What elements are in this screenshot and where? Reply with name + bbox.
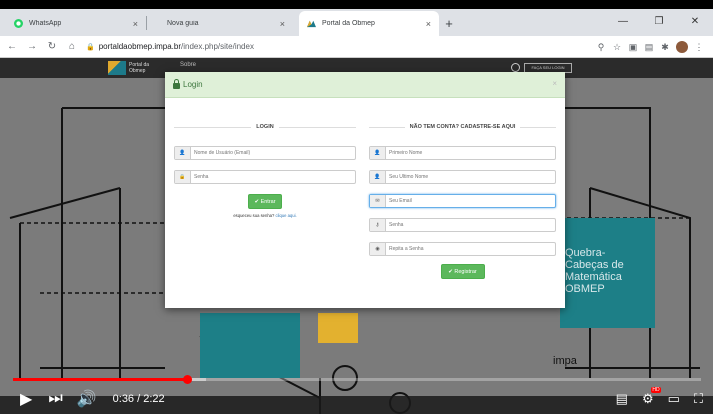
- svg-text:OBMEP: OBMEP: [565, 283, 605, 295]
- email-field[interactable]: ✉: [369, 194, 556, 208]
- home-icon[interactable]: ⌂: [64, 41, 80, 52]
- logo-text: Portal da Obmep: [129, 62, 150, 74]
- lock-icon: [173, 78, 180, 89]
- login-section: LOGIN 👤 🔒 ✔ Entrar esqueceu sua senha? c…: [174, 122, 356, 218]
- password-field[interactable]: 🔒: [174, 170, 356, 184]
- repeat-password-input[interactable]: [386, 243, 555, 255]
- modal-close-button[interactable]: ×: [552, 79, 557, 88]
- screen: WhatsApp × Nova guia × Portal da Obmep ×…: [0, 0, 713, 414]
- username-input[interactable]: [191, 147, 355, 159]
- new-tab-button[interactable]: +: [439, 11, 459, 36]
- browser-tabbar: WhatsApp × Nova guia × Portal da Obmep ×…: [0, 9, 713, 36]
- close-icon[interactable]: ×: [280, 19, 285, 29]
- last-name-field[interactable]: 👤: [369, 170, 556, 184]
- register-section: NÃO TEM CONTA? CADASTRE-SE AQUI 👤 👤 ✉ ⚷: [369, 122, 556, 279]
- login-modal: Login × LOGIN 👤 🔒 ✔ Entrar esqueceu: [165, 72, 565, 308]
- window-controls: — ❐ ✕: [605, 9, 713, 34]
- checkmark-icon: ✔: [254, 198, 260, 205]
- user-icon: 👤: [175, 147, 191, 159]
- window-close-button[interactable]: ✕: [677, 9, 713, 34]
- tab-title: Portal da Obmep: [322, 20, 375, 27]
- last-name-input[interactable]: [386, 171, 555, 183]
- extension-icon[interactable]: ▣: [625, 42, 641, 53]
- play-icon[interactable]: ▶: [20, 389, 32, 409]
- user-icon: 👤: [370, 171, 386, 183]
- password-input[interactable]: [191, 171, 355, 183]
- nav-sobre[interactable]: Sobre: [180, 62, 196, 68]
- video-progress-bar[interactable]: [13, 375, 701, 384]
- envelope-icon: ✉: [370, 195, 386, 207]
- lock-icon: 🔒: [86, 43, 95, 51]
- svg-text:impa: impa: [553, 355, 578, 367]
- obmep-icon: [307, 20, 316, 28]
- close-icon[interactable]: ×: [133, 19, 138, 29]
- toolbar-icons: ⚲ ☆ ▣ ▤ ✱ ⋮: [593, 36, 707, 58]
- register-password-input[interactable]: [386, 219, 555, 231]
- video-controls-right: ▤ ⚙ ▭ ⛶: [602, 383, 703, 414]
- zoom-icon[interactable]: ⚲: [593, 42, 609, 53]
- tab-nova-guia[interactable]: Nova guia ×: [153, 11, 293, 36]
- tab-title: WhatsApp: [29, 20, 62, 27]
- tab-title: Nova guia: [167, 20, 199, 27]
- whatsapp-icon: [14, 19, 23, 28]
- puzzle-icon[interactable]: ✱: [657, 42, 673, 53]
- login-button[interactable]: ✔ Entrar: [248, 194, 282, 209]
- tab-whatsapp[interactable]: WhatsApp ×: [6, 11, 146, 36]
- repeat-password-field[interactable]: ◉: [369, 242, 556, 256]
- web-page: Portal da Obmep Sobre FAÇA SEU LOGIN Que…: [0, 58, 713, 414]
- star-icon[interactable]: ☆: [609, 42, 625, 53]
- menu-icon[interactable]: ⋮: [691, 42, 707, 53]
- progress-played: [13, 378, 188, 381]
- lock-icon: 🔒: [175, 171, 191, 183]
- svg-text:Matemática: Matemática: [565, 271, 623, 283]
- url-domain: portaldaobmep.impa.br: [98, 42, 181, 51]
- maximize-button[interactable]: ❐: [641, 9, 677, 34]
- email-input[interactable]: [386, 195, 555, 207]
- video-controls: ▶ ⏭ 🔊 0:36 / 2:22 ▤ ⚙ ▭ ⛶: [0, 383, 713, 414]
- forgot-password-link[interactable]: clique aqui.: [275, 213, 296, 218]
- modal-header: Login ×: [165, 72, 565, 98]
- svg-text:Quebra-: Quebra-: [565, 247, 606, 259]
- user-icon: 👤: [370, 147, 386, 159]
- register-button[interactable]: ✔ Registrar: [440, 264, 485, 279]
- minimize-button[interactable]: —: [605, 9, 641, 34]
- login-section-title: LOGIN: [174, 122, 356, 132]
- volume-icon[interactable]: 🔊: [77, 389, 97, 409]
- reload-icon[interactable]: ↻: [44, 41, 60, 52]
- modal-title: Login: [183, 80, 203, 89]
- forward-icon[interactable]: →: [24, 41, 40, 52]
- avatar[interactable]: [676, 41, 688, 53]
- checkmark-icon: ✔: [448, 268, 453, 275]
- register-section-title: NÃO TEM CONTA? CADASTRE-SE AQUI: [369, 122, 556, 132]
- first-name-field[interactable]: 👤: [369, 146, 556, 160]
- first-name-input[interactable]: [386, 147, 555, 159]
- register-password-field[interactable]: ⚷: [369, 218, 556, 232]
- username-field[interactable]: 👤: [174, 146, 356, 160]
- settings-icon[interactable]: ⚙: [642, 386, 661, 407]
- tab-portal-obmep[interactable]: Portal da Obmep ×: [299, 11, 439, 36]
- obmep-logo-icon: [108, 61, 126, 75]
- url-path: /index.php/site/index: [181, 42, 254, 51]
- miniplayer-icon[interactable]: ▭: [668, 391, 680, 407]
- tab-separator: [146, 15, 147, 30]
- close-icon[interactable]: ×: [426, 19, 431, 29]
- extension-icon[interactable]: ▤: [641, 42, 657, 53]
- back-icon[interactable]: ←: [4, 41, 20, 52]
- svg-text:Cabeças de: Cabeças de: [565, 259, 624, 271]
- address-bar[interactable]: 🔒 portaldaobmep.impa.br/index.php/site/i…: [86, 42, 254, 51]
- subtitles-icon[interactable]: ▤: [616, 391, 628, 407]
- user-icon[interactable]: [511, 63, 520, 72]
- eye-icon: ◉: [370, 243, 386, 255]
- time-display: 0:36 / 2:22: [112, 392, 165, 405]
- site-logo[interactable]: Portal da Obmep: [108, 60, 153, 76]
- browser-toolbar: ← → ↻ ⌂ 🔒 portaldaobmep.impa.br/index.ph…: [0, 36, 713, 58]
- next-icon[interactable]: ⏭: [48, 390, 62, 408]
- forgot-password: esqueceu sua senha? clique aqui.: [233, 213, 297, 218]
- key-icon: ⚷: [370, 219, 386, 231]
- fullscreen-icon[interactable]: ⛶: [694, 391, 703, 407]
